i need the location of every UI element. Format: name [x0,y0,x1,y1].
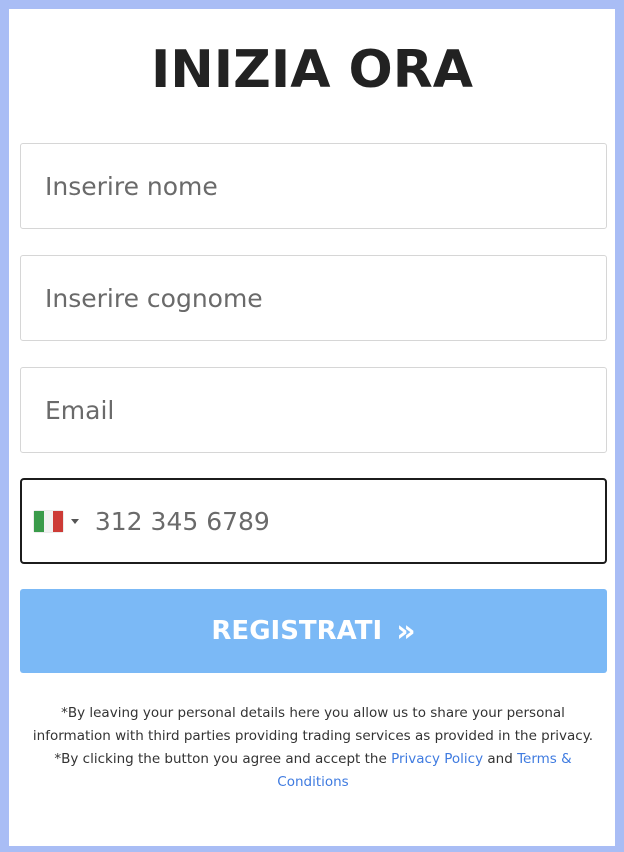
privacy-policy-link[interactable]: Privacy Policy [391,751,483,767]
phone-field[interactable] [20,478,607,564]
country-dropdown-caret-icon[interactable] [70,518,79,524]
consent-and: and [483,751,518,767]
last-name-field[interactable] [20,255,607,341]
double-chevron-right-icon: » [396,613,416,649]
disclaimer-consent-text: *By clicking the button you agree and ac… [24,748,602,794]
first-name-input[interactable] [21,144,606,228]
register-button[interactable]: REGISTRATI » [20,589,607,673]
flag-stripe-white [43,510,54,532]
email-input[interactable] [21,368,606,452]
consent-prefix: *By clicking the button you agree and ac… [54,751,392,767]
flag-stripe-red [53,510,63,532]
legal-disclaimer: *By leaving your personal details here y… [24,702,602,794]
phone-input[interactable] [78,480,605,562]
email-field[interactable] [20,367,607,453]
first-name-field[interactable] [20,143,607,229]
italy-flag-icon[interactable] [34,510,63,532]
last-name-input[interactable] [21,256,606,340]
register-button-label: REGISTRATI [211,616,383,646]
form-title: INIZIA ORA [150,40,474,100]
disclaimer-privacy-text: *By leaving your personal details here y… [32,705,594,744]
flag-stripe-green [34,510,44,532]
